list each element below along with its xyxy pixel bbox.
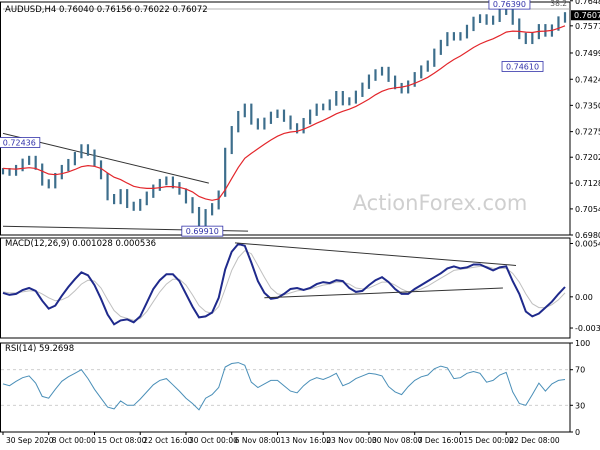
x-tick-label: 30 Nov 08:00 — [372, 436, 423, 445]
macd-tick-label: -0.003182 — [575, 324, 600, 333]
x-tick-label: 6 Nov 08:00 — [235, 436, 281, 445]
price-tick-label: 0.73500 — [575, 101, 600, 110]
x-tick-label: 30 Oct 00:00 — [189, 436, 238, 445]
x-tick-label: 30 Sep 2020 — [6, 436, 54, 445]
x-tick-label: 7 Dec 16:00 — [418, 436, 464, 445]
price-info-label: AUDUSD,H4 0.76040 0.76156 0.76022 0.7607… — [5, 5, 208, 15]
fibonacci-level-label: 38.2 — [550, 0, 567, 8]
price-tick-label: 0.72750 — [575, 128, 600, 137]
x-tick-label: 22 Oct 16:00 — [143, 436, 192, 445]
macd-tick-label: 0.005442 — [575, 239, 600, 248]
x-tick-label: 22 Dec 08:00 — [509, 436, 560, 445]
price-annotation-label: 0.69910 — [186, 227, 219, 236]
rsi-panel-frame — [0, 342, 571, 433]
chart: 0.76485 0.75770 0.74995 0.74245 0.73500 0.727… — [0, 0, 600, 445]
price-tick-label: 0.75770 — [575, 22, 600, 31]
x-tick-label: 13 Nov 16:00 — [280, 436, 331, 445]
price-tick-label: 0.74995 — [575, 49, 600, 58]
price-tick-label: 0.76485 — [575, 0, 600, 6]
price-tick-label: 0.70545 — [575, 205, 600, 214]
macd-tick-label: 0.00 — [575, 293, 593, 302]
current-price-label: 0.76072 — [574, 11, 600, 20]
x-tick-label: 15 Dec 00:00 — [463, 436, 514, 445]
price-tick-label: 0.72020 — [575, 153, 600, 162]
x-tick-label: 15 Oct 08:00 — [97, 436, 146, 445]
rsi-tick-label: 30 — [575, 401, 585, 410]
price-tick-label: 0.71280 — [575, 179, 600, 188]
macd-label: MACD(12,26,9) 0.001028 0.000536 — [5, 239, 156, 249]
macd-panel-frame — [0, 237, 571, 339]
rsi-panel: 100 70 30 0 — [0, 339, 590, 437]
rsi-tick-label: 0 — [575, 428, 580, 437]
rsi-tick-label: 70 — [575, 366, 585, 375]
rsi-label: RSI(14) 59.2698 — [5, 344, 74, 354]
price-annotation-label: 0.72436 — [3, 139, 36, 148]
price-tick-label: 0.74245 — [575, 75, 600, 84]
price-annotation-label: 0.76390 — [493, 0, 526, 9]
rsi-tick-label: 100 — [575, 339, 590, 348]
x-axis: 30 Sep 20208 Oct 00:00 15 Oct 08:0022 Oct… — [2, 432, 560, 445]
chart-watermark: ActionForex.com — [353, 191, 528, 215]
x-tick-label: 8 Oct 00:00 — [52, 436, 96, 445]
macd-panel: 0.005442 0.00 -0.003182 — [0, 237, 600, 339]
price-annotation-label: 0.74610 — [506, 62, 539, 71]
x-tick-label: 23 Nov 00:00 — [326, 436, 377, 445]
